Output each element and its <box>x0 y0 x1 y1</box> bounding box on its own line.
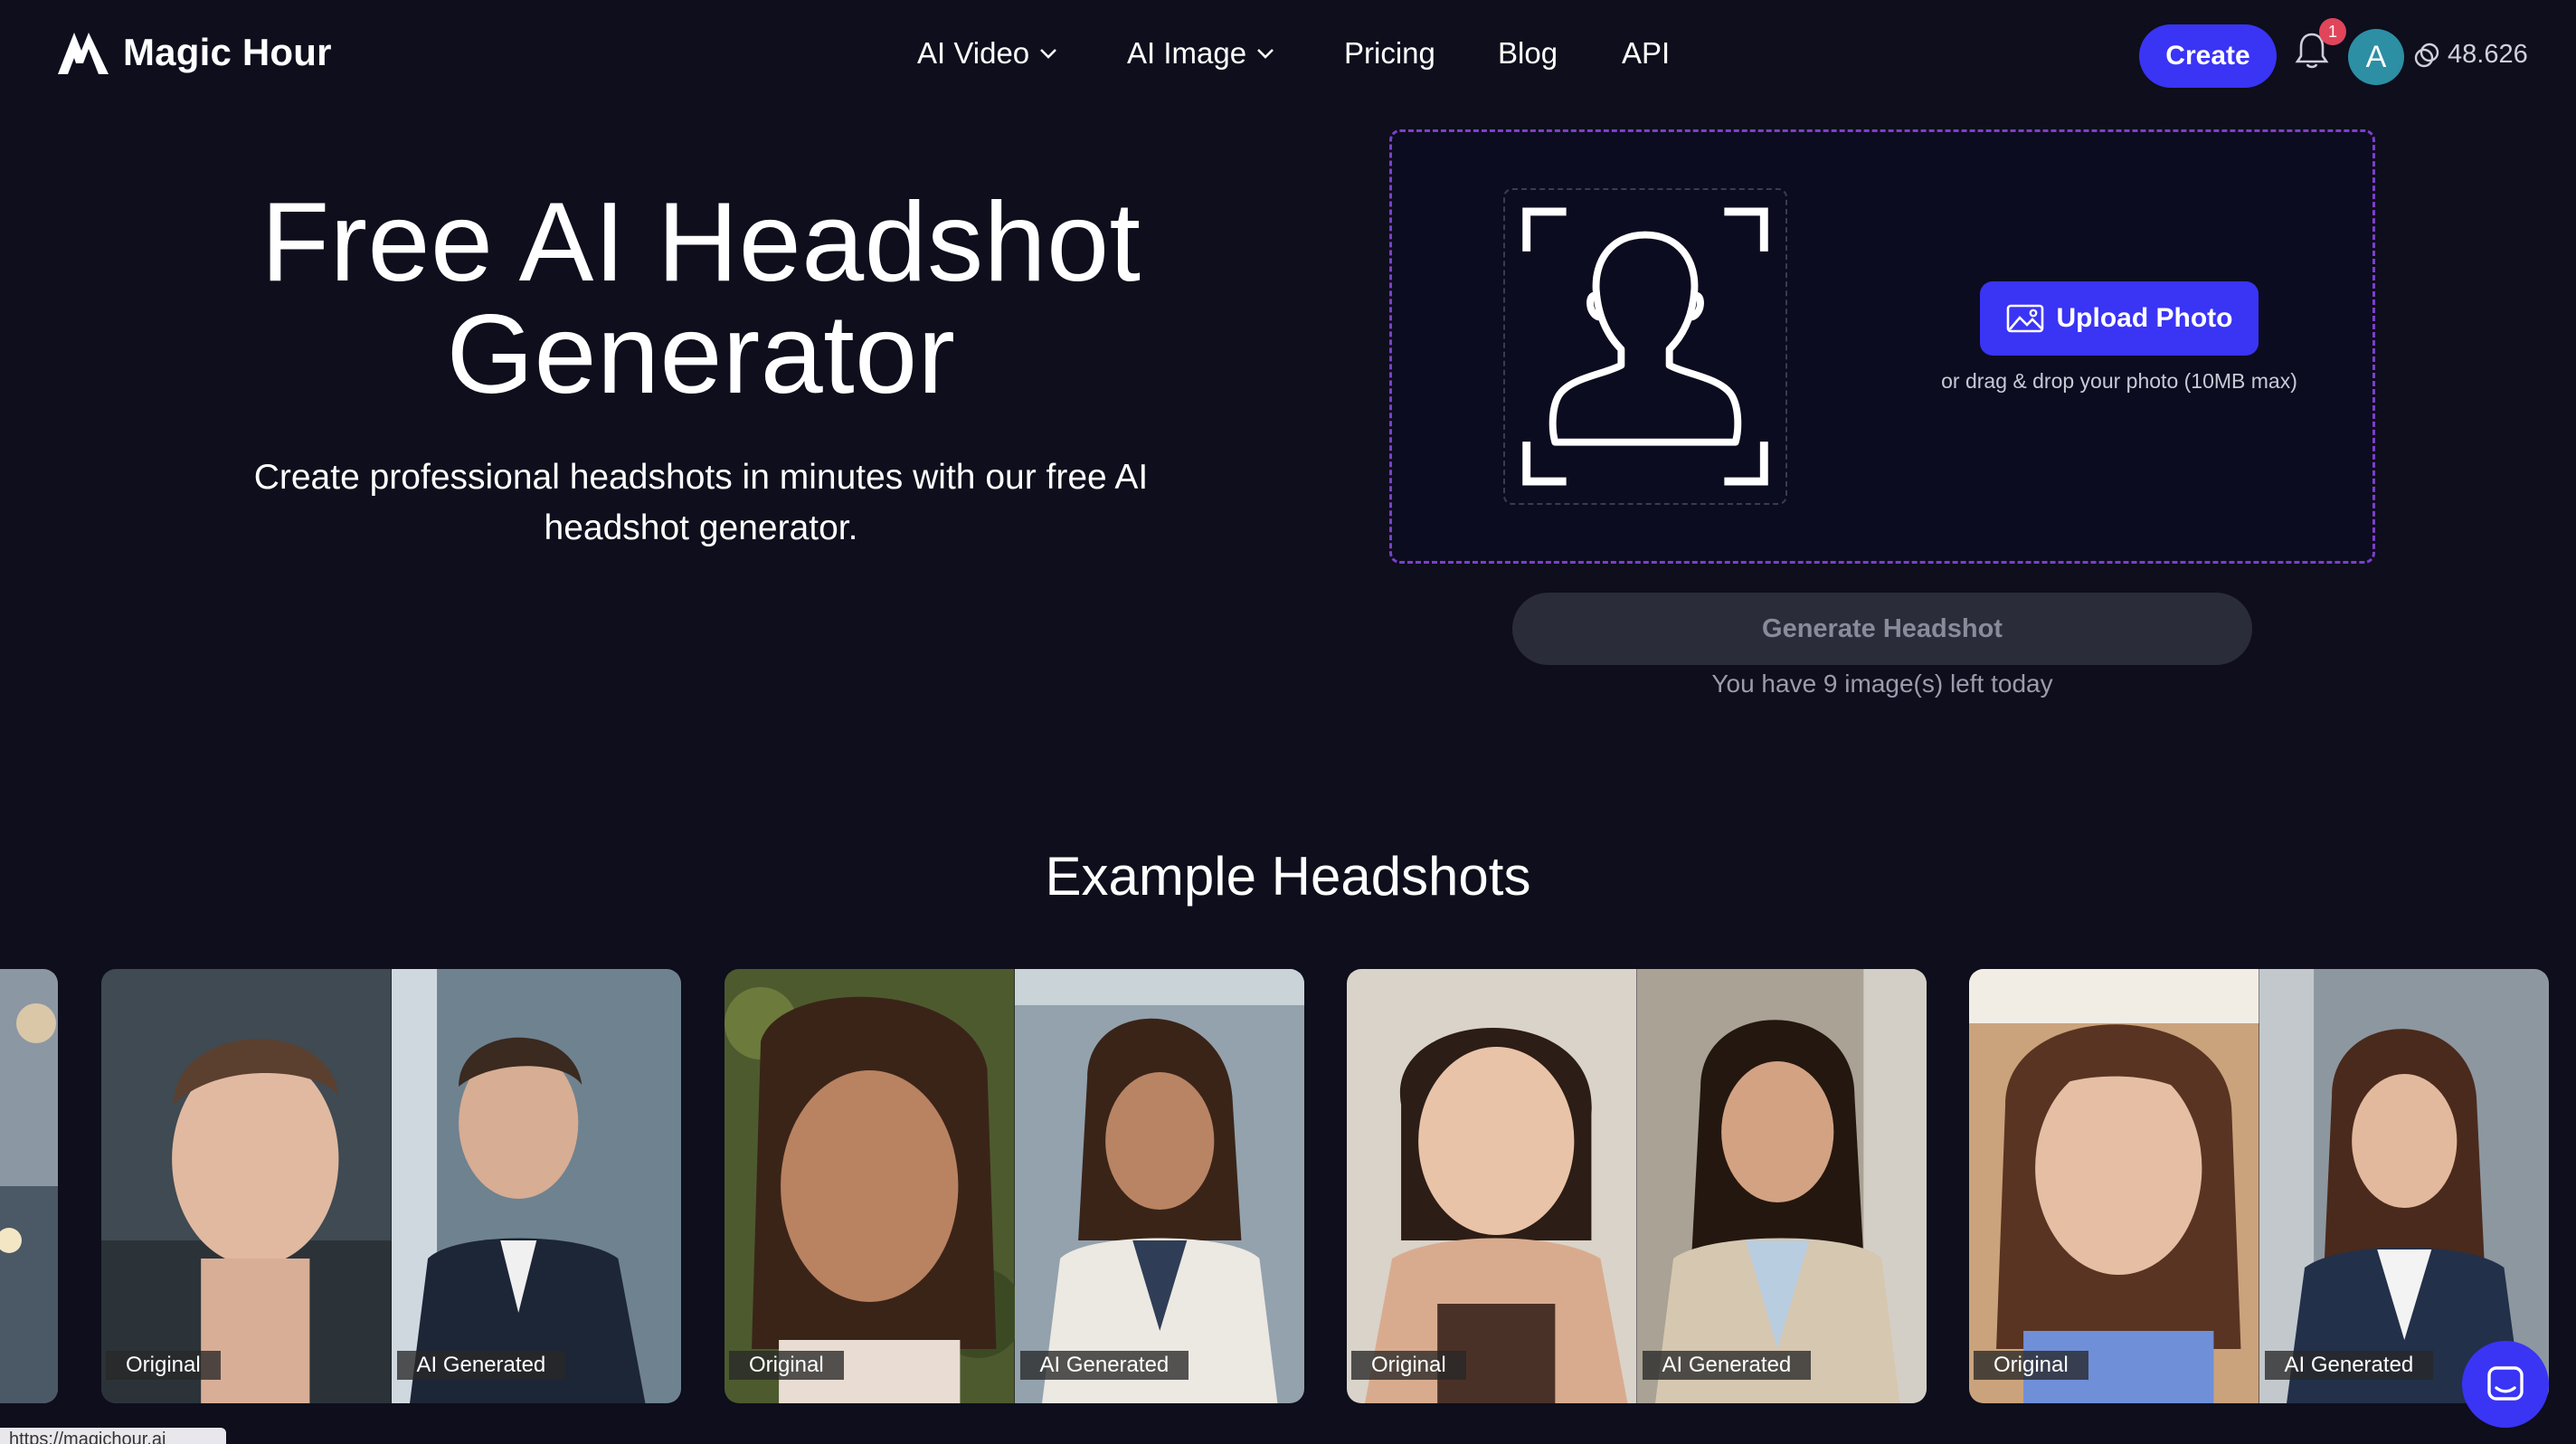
person-photo <box>1014 969 1304 1403</box>
example-photo <box>0 969 58 1403</box>
original-tag: Original <box>1974 1351 2088 1380</box>
person-photo <box>391 969 681 1403</box>
chevron-down-icon <box>1040 49 1057 59</box>
nav-pricing[interactable]: Pricing <box>1344 36 1435 71</box>
generated-photo: AI Generated <box>1636 969 1927 1403</box>
person-photo <box>2259 969 2549 1403</box>
upload-photo-label: Upload Photo <box>2056 303 2233 333</box>
generate-headshot-button[interactable]: Generate Headshot <box>1512 593 2252 665</box>
example-card-partial <box>0 969 58 1403</box>
upload-photo-button[interactable]: Upload Photo <box>1980 281 2259 356</box>
chat-icon <box>2487 1366 2524 1401</box>
person-photo <box>724 969 1015 1403</box>
chat-launcher-button[interactable] <box>2462 1341 2549 1428</box>
nav-blog-label: Blog <box>1498 36 1558 70</box>
generated-tag: AI Generated <box>396 1351 566 1380</box>
credits-balance[interactable]: 48.626 <box>2413 40 2528 70</box>
brand-logo[interactable]: Magic Hour <box>56 27 332 78</box>
nav-pricing-label: Pricing <box>1344 36 1435 70</box>
original-tag: Original <box>729 1351 844 1380</box>
generated-tag: AI Generated <box>2264 1351 2434 1380</box>
generated-photo: AI Generated <box>391 969 681 1403</box>
notification-badge: 1 <box>2319 18 2346 45</box>
status-bar-url: https://magichour.ai <box>0 1428 226 1444</box>
original-photo: Original <box>1969 969 2259 1403</box>
credits-value: 48.626 <box>2448 40 2528 69</box>
original-photo: Original <box>1347 969 1637 1403</box>
upload-hint: or drag & drop your photo (10MB max) <box>1941 369 2297 393</box>
original-photo: Original <box>724 969 1015 1403</box>
example-card-1[interactable]: Original AI Generated <box>101 969 681 1403</box>
person-photo <box>1347 969 1637 1403</box>
example-card-4[interactable]: Original AI Generated <box>1969 969 2549 1403</box>
chevron-down-icon <box>1257 49 1274 59</box>
nav-api[interactable]: API <box>1622 36 1670 71</box>
nav-ai-image[interactable]: AI Image <box>1127 36 1275 71</box>
page: Magic Hour AI Video AI Image Pricing Blo… <box>0 0 2576 1444</box>
original-tag: Original <box>106 1351 221 1380</box>
avatar[interactable]: A <box>2348 29 2404 85</box>
page-title: Free AI Headshot Generator <box>260 180 1141 417</box>
nav-blog[interactable]: Blog <box>1498 36 1558 71</box>
nav-api-label: API <box>1622 36 1671 70</box>
generated-photo: AI Generated <box>1014 969 1304 1403</box>
brand-name: Magic Hour <box>123 31 332 73</box>
face-scan-icon <box>1522 207 1768 486</box>
create-button[interactable]: Create <box>2139 24 2277 88</box>
original-photo: Original <box>101 969 392 1403</box>
remaining-count: You have 9 image(s) left today <box>1711 670 2053 698</box>
nav-ai-video-label: AI Video <box>917 36 1030 70</box>
person-photo <box>101 969 392 1403</box>
examples-title: Example Headshots <box>1045 846 1531 907</box>
example-card-3[interactable]: Original AI Generated <box>1347 969 1927 1403</box>
page-subtitle: Create professional headshots in minutes… <box>253 458 1149 547</box>
coin-icon <box>2414 43 2439 67</box>
face-frame <box>1503 188 1787 505</box>
generated-tag: AI Generated <box>1642 1351 1812 1380</box>
image-icon <box>2006 304 2043 333</box>
person-photo <box>1636 969 1927 1403</box>
generated-tag: AI Generated <box>1019 1351 1189 1380</box>
logo-icon <box>58 33 109 74</box>
original-tag: Original <box>1351 1351 1466 1380</box>
generated-photo: AI Generated <box>2259 969 2549 1403</box>
nav-ai-image-label: AI Image <box>1127 36 1247 70</box>
example-card-2[interactable]: Original AI Generated <box>724 969 1304 1403</box>
nav-ai-video[interactable]: AI Video <box>917 36 1058 71</box>
person-photo <box>1969 969 2259 1403</box>
